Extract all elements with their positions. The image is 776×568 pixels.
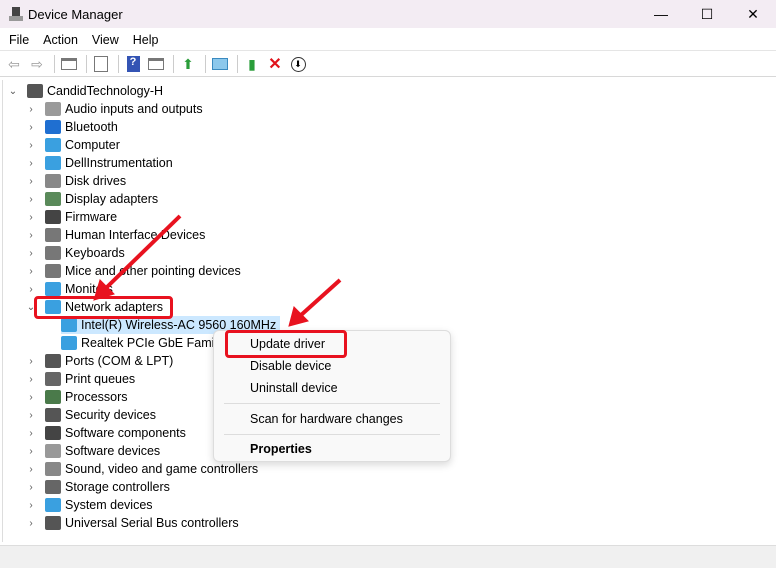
annotation-arrow [288, 278, 342, 327]
annotation-arrows [93, 214, 342, 327]
annotation-arrow [93, 214, 182, 301]
